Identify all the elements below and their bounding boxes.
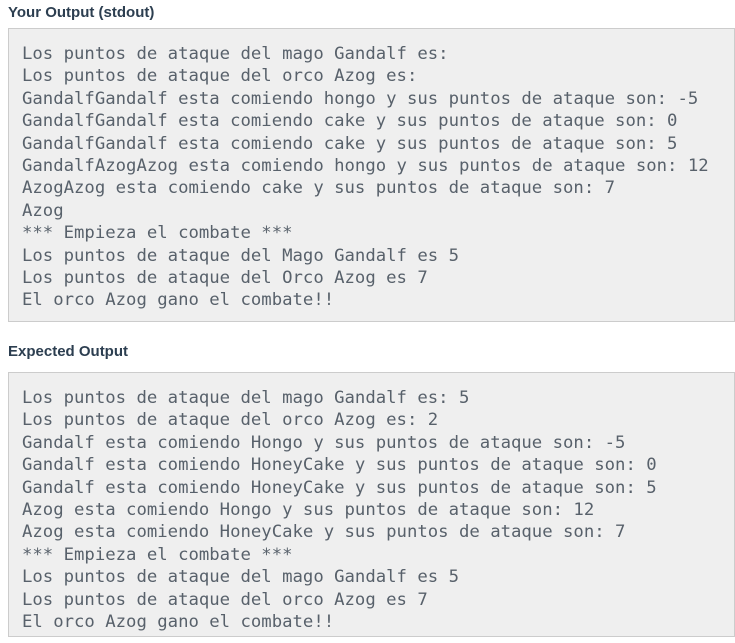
sections-expected-line: Los puntos de ataque del orco Azog es 7 [22,589,428,610]
your-output-panel: Los puntos de ataque del mago Gandalf es… [8,28,735,322]
sections-stdout-line: GandalfAzogAzog esta comiendo hongo y su… [22,156,709,177]
your-output-code-block: Los puntos de ataque del mago Gandalf es… [9,29,734,312]
sections-stdout-line: AzogAzog esta comiendo cake y sus puntos… [22,178,616,199]
sections-expected-line: Azog esta comiendo HoneyCake y sus punto… [22,522,626,543]
sections-stdout-line: Los puntos de ataque del mago Gandalf es… [22,44,449,64]
sections-stdout-line: GandalfGandalf esta comiendo cake y sus … [22,133,678,154]
expected-output-code-block: Los puntos de ataque del mago Gandalf es… [9,373,734,633]
output-comparison-page: Your Output (stdout) Los puntos de ataqu… [0,0,735,643]
sections-stdout-line: GandalfGandalf esta comiendo cake y sus … [22,111,678,132]
expected-output-heading: Expected Output [8,343,129,360]
sections-stdout-line: El orco Azog gano el combate!! [22,290,335,311]
sections-expected-line: Gandalf esta comiendo HoneyCake y sus pu… [22,455,657,476]
expected-output-panel: Los puntos de ataque del mago Gandalf es… [8,372,735,637]
sections-expected-line: Los puntos de ataque del mago Gandalf es… [22,567,459,588]
sections-expected-line: Gandalf esta comiendo HoneyCake y sus pu… [22,477,657,498]
sections-expected-line: Los puntos de ataque del orco Azog es: 2 [22,410,439,431]
sections-stdout-line: GandalfGandalf esta comiendo hongo y sus… [22,88,699,109]
sections-stdout-line: *** Empieza el combate *** [22,223,293,244]
sections-stdout-line: Los puntos de ataque del Orco Azog es 7 [22,268,428,289]
sections-expected-line: Gandalf esta comiendo Hongo y sus puntos… [22,432,626,453]
sections-expected-line: Los puntos de ataque del mago Gandalf es… [22,388,470,408]
sections-stdout-line: Los puntos de ataque del orco Azog es: [22,66,418,87]
sections-expected-line: El orco Azog gano el combate!! [22,612,335,633]
sections-stdout-line: Azog [22,200,64,221]
sections-stdout-line: Los puntos de ataque del Mago Gandalf es… [22,245,459,266]
your-output-heading: Your Output (stdout) [8,4,155,21]
sections-expected-line: Azog esta comiendo Hongo y sus puntos de… [22,500,595,521]
sections-expected-line: *** Empieza el combate *** [22,544,293,565]
